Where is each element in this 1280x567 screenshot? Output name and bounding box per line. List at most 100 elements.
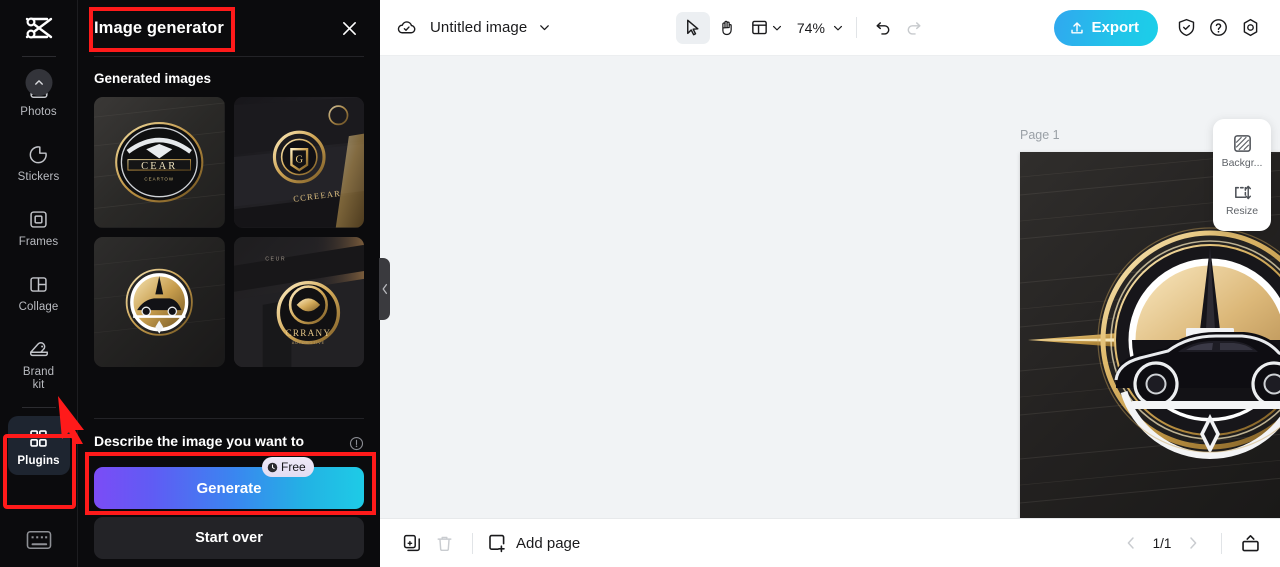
generate-button-wrap: Generate Free bbox=[94, 457, 364, 509]
brand-kit-icon bbox=[26, 336, 52, 362]
thumb-art-3 bbox=[94, 236, 225, 367]
close-icon bbox=[343, 21, 356, 35]
resize-button[interactable]: Resize bbox=[1215, 176, 1269, 221]
info-icon[interactable] bbox=[349, 436, 364, 456]
resize-label: Resize bbox=[1225, 205, 1259, 217]
cursor-icon bbox=[687, 19, 699, 36]
svg-text:CEUR: CEUR bbox=[265, 256, 286, 262]
page-indicator: 1/1 bbox=[1152, 535, 1172, 551]
redo-button[interactable] bbox=[899, 13, 929, 43]
toolbar-divider bbox=[855, 17, 857, 38]
redo-icon bbox=[907, 22, 921, 35]
start-over-button[interactable]: Start over bbox=[94, 517, 364, 559]
frame-icon bbox=[752, 20, 767, 35]
sidebar-item-label: Frames bbox=[18, 236, 59, 248]
svg-text:AUTOMOTIVE: AUTOMOTIVE bbox=[291, 341, 324, 345]
export-button[interactable]: Export bbox=[1053, 9, 1159, 46]
photos-icon bbox=[25, 69, 52, 102]
brand-kit-line2: kit bbox=[32, 379, 45, 391]
export-label: Export bbox=[1091, 19, 1140, 36]
svg-text:CEARTOW: CEARTOW bbox=[144, 177, 174, 182]
hand-icon bbox=[722, 20, 733, 36]
chevron-up-icon bbox=[25, 69, 52, 96]
sidebar-item-list: Photos Stickers Frames Collage Brand kit… bbox=[0, 57, 77, 481]
svg-text:CEAR: CEAR bbox=[141, 161, 177, 172]
zoom-control[interactable]: 74% bbox=[797, 20, 844, 36]
add-page-label: Add page bbox=[516, 534, 581, 552]
thumb-art-2: G CCREEAR bbox=[233, 97, 364, 228]
next-page-button[interactable] bbox=[1177, 528, 1209, 558]
sidebar-item-brand-kit[interactable]: Brand kit bbox=[8, 327, 70, 399]
undo-icon bbox=[876, 22, 890, 35]
resize-icon bbox=[1234, 185, 1251, 200]
upload-icon bbox=[1070, 21, 1083, 34]
collage-icon bbox=[26, 271, 52, 297]
add-page-button[interactable]: Add page bbox=[487, 533, 580, 553]
bottom-divider bbox=[472, 532, 473, 554]
sidebar-item-photos[interactable]: Photos bbox=[8, 67, 70, 126]
app-logo[interactable] bbox=[0, 0, 77, 56]
help-circle-icon bbox=[1209, 19, 1227, 36]
hand-tool-button[interactable] bbox=[710, 12, 744, 44]
generated-images-title: Generated images bbox=[94, 71, 212, 86]
sidebar-divider-bottom bbox=[21, 407, 56, 408]
free-badge: Free bbox=[262, 457, 314, 477]
add-page-icon bbox=[489, 534, 505, 553]
page-label: Page 1 bbox=[1020, 127, 1060, 142]
document-title-dropdown[interactable] bbox=[538, 21, 551, 34]
present-button[interactable] bbox=[1234, 528, 1266, 558]
sidebar-item-label: Collage bbox=[18, 301, 59, 313]
image-generator-panel: Image generator Generated images CEAR CE… bbox=[77, 0, 390, 567]
prev-page-button[interactable] bbox=[1115, 528, 1147, 558]
thumb-art-1: CEAR CEARTOW bbox=[94, 97, 225, 228]
close-panel-button[interactable] bbox=[337, 16, 362, 41]
generated-image-thumb-2[interactable]: G CCREEAR bbox=[233, 97, 364, 228]
zoom-value: 74% bbox=[796, 19, 825, 36]
document-title[interactable]: Untitled image bbox=[430, 19, 527, 36]
bottom-divider-right bbox=[1221, 532, 1222, 554]
sidebar-item-stickers[interactable]: Stickers bbox=[8, 132, 70, 191]
chevron-left-icon bbox=[1127, 537, 1134, 549]
stickers-icon bbox=[26, 141, 52, 167]
svg-text:G: G bbox=[295, 154, 303, 165]
shield-check-icon bbox=[1178, 18, 1194, 37]
generated-images-grid: CEAR CEARTOW G CCREEAR CRRANY AUTOMOTIVE… bbox=[94, 97, 364, 367]
trash-icon bbox=[437, 536, 451, 551]
cloud-save-button[interactable] bbox=[396, 17, 417, 38]
clock-icon bbox=[267, 462, 278, 472]
background-button[interactable]: Backgr... bbox=[1215, 128, 1269, 173]
settings-button[interactable] bbox=[1234, 12, 1266, 44]
generated-image-thumb-3[interactable] bbox=[94, 236, 225, 367]
generated-image-thumb-4[interactable]: CRRANY AUTOMOTIVE CEUR bbox=[233, 236, 364, 367]
help-button[interactable] bbox=[1202, 12, 1234, 44]
sidebar-item-plugins[interactable]: Plugins bbox=[7, 416, 70, 475]
panel-footer-divider bbox=[94, 418, 364, 419]
describe-row: Describe the image you want to generate bbox=[94, 432, 364, 456]
panel-footer: Describe the image you want to generate … bbox=[78, 418, 380, 567]
generated-images-section: Generated images CEAR CEARTOW G CCREEAR … bbox=[78, 57, 380, 367]
generated-image-thumb-1[interactable]: CEAR CEARTOW bbox=[94, 97, 225, 228]
duplicate-page-button[interactable] bbox=[396, 528, 428, 558]
keyboard-shortcuts-button[interactable] bbox=[26, 530, 52, 555]
sidebar-item-frames[interactable]: Frames bbox=[8, 197, 70, 256]
svg-text:CRRANY: CRRANY bbox=[285, 328, 331, 338]
generate-button[interactable]: Generate bbox=[94, 467, 364, 509]
shield-check-button[interactable] bbox=[1170, 12, 1202, 44]
frames-icon bbox=[26, 206, 52, 232]
background-icon bbox=[1233, 135, 1251, 152]
delete-page-button[interactable] bbox=[428, 528, 460, 558]
left-sidebar: Photos Stickers Frames Collage Brand kit… bbox=[0, 0, 77, 567]
keyboard-icon bbox=[26, 530, 51, 550]
thumb-art-4: CRRANY AUTOMOTIVE CEUR bbox=[233, 236, 364, 367]
frame-tool-button[interactable] bbox=[744, 18, 785, 37]
undo-button[interactable] bbox=[869, 13, 899, 43]
select-tool-button[interactable] bbox=[675, 11, 710, 44]
brand-kit-line1: Brand bbox=[22, 366, 55, 378]
cloud-check-icon bbox=[397, 21, 416, 34]
chevron-right-icon bbox=[1190, 537, 1197, 549]
canvas-area[interactable]: Page 1 Backgr... Resize bbox=[380, 56, 1280, 518]
panel-header: Image generator bbox=[78, 0, 380, 56]
sidebar-item-collage[interactable]: Collage bbox=[8, 262, 70, 321]
free-badge-label: Free bbox=[281, 460, 306, 474]
sidebar-item-label: Stickers bbox=[17, 171, 60, 183]
